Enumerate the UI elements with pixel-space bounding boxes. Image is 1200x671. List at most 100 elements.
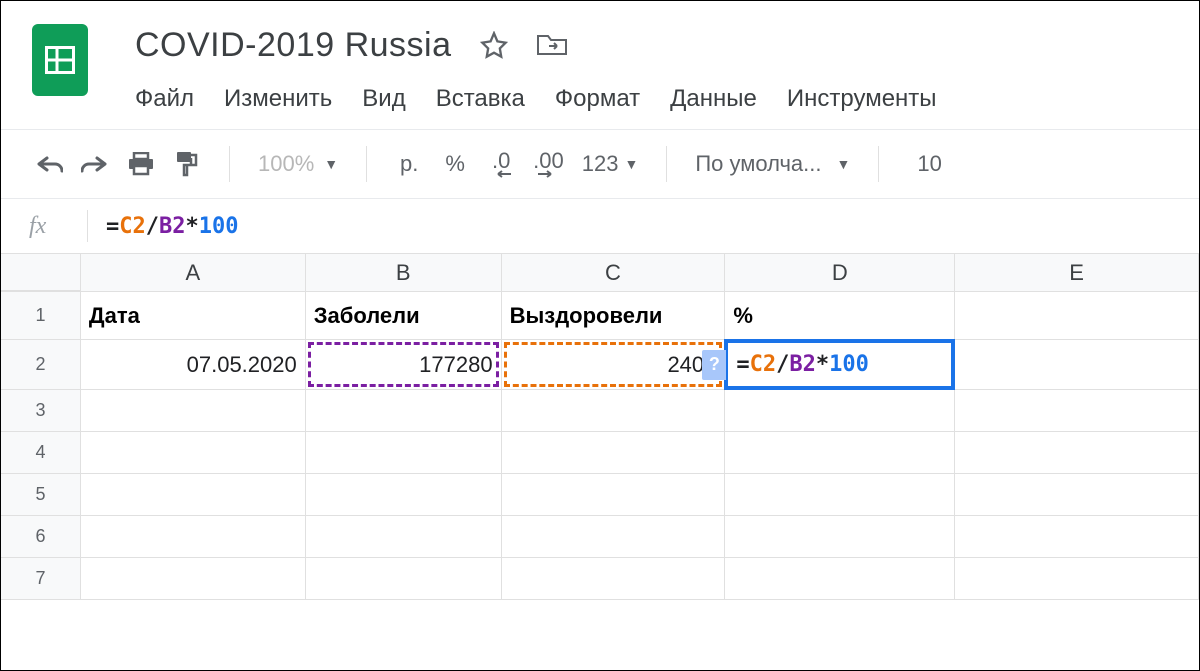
row-header-2[interactable]: 2 bbox=[1, 340, 81, 389]
edit-ref1: C2 bbox=[750, 352, 777, 377]
col-header-b[interactable]: B bbox=[306, 254, 502, 291]
increase-decimal-button[interactable]: .00 bbox=[533, 146, 564, 182]
cell-c1[interactable]: Выздоровели bbox=[502, 292, 726, 339]
select-all-corner[interactable] bbox=[1, 254, 81, 291]
cell-d1[interactable]: % bbox=[725, 292, 955, 339]
row-7: 7 bbox=[1, 558, 1199, 600]
font-family-selector[interactable]: По умолча... ▼ bbox=[685, 151, 860, 177]
row-5: 5 bbox=[1, 474, 1199, 516]
row-6: 6 bbox=[1, 516, 1199, 558]
cell-e7[interactable] bbox=[955, 558, 1199, 599]
cell-b2[interactable]: 177280 bbox=[306, 340, 502, 389]
col-header-c[interactable]: C bbox=[502, 254, 726, 291]
cell-b1[interactable]: Заболели bbox=[306, 292, 502, 339]
separator bbox=[229, 146, 230, 182]
col-header-d[interactable]: D bbox=[725, 254, 955, 291]
row-1: 1 Дата Заболели Выздоровели % bbox=[1, 292, 1199, 340]
formula-help-icon[interactable]: ? bbox=[702, 350, 726, 380]
cell-e1[interactable] bbox=[955, 292, 1199, 339]
move-to-folder-icon[interactable] bbox=[536, 32, 568, 58]
currency-button[interactable]: р. bbox=[395, 146, 423, 182]
app-logo[interactable] bbox=[25, 25, 95, 95]
row-header-1[interactable]: 1 bbox=[1, 292, 81, 339]
col-header-a[interactable]: A bbox=[81, 254, 306, 291]
cell-a4[interactable] bbox=[81, 432, 306, 473]
sheets-icon bbox=[32, 24, 88, 96]
cell-d7[interactable] bbox=[725, 558, 955, 599]
cell-e6[interactable] bbox=[955, 516, 1199, 557]
more-formats-button[interactable]: 123 ▼ bbox=[582, 146, 639, 182]
cell-a5[interactable] bbox=[81, 474, 306, 515]
zoom-selector[interactable]: 100% ▼ bbox=[248, 151, 348, 177]
row-header-6[interactable]: 6 bbox=[1, 516, 81, 557]
formula-bar: fx =C2/B2*100 bbox=[1, 199, 1199, 254]
row-header-4[interactable]: 4 bbox=[1, 432, 81, 473]
separator bbox=[366, 146, 367, 182]
menu-edit[interactable]: Изменить bbox=[224, 85, 332, 113]
fx-icon[interactable]: fx bbox=[29, 213, 69, 240]
row-4: 4 bbox=[1, 432, 1199, 474]
row-3: 3 bbox=[1, 390, 1199, 432]
edit-op1: / bbox=[776, 352, 789, 377]
edit-num: 100 bbox=[829, 352, 869, 377]
cell-c2[interactable]: 2402 bbox=[502, 340, 726, 389]
cell-c4[interactable] bbox=[502, 432, 726, 473]
cell-a2[interactable]: 07.05.2020 bbox=[81, 340, 306, 389]
cell-a1[interactable]: Дата bbox=[81, 292, 306, 339]
cell-e3[interactable] bbox=[955, 390, 1199, 431]
col-header-e[interactable]: E bbox=[955, 254, 1199, 291]
menu-insert[interactable]: Вставка bbox=[436, 85, 525, 113]
dec-more-label: .00 bbox=[533, 150, 564, 172]
formula-num: 100 bbox=[199, 214, 239, 239]
formula-ref-c2: C2 bbox=[119, 214, 146, 239]
print-icon[interactable] bbox=[127, 146, 155, 182]
cell-a7[interactable] bbox=[81, 558, 306, 599]
row-header-3[interactable]: 3 bbox=[1, 390, 81, 431]
redo-icon[interactable] bbox=[81, 146, 109, 182]
menu-format[interactable]: Формат bbox=[555, 85, 640, 113]
formula-eq: = bbox=[106, 214, 119, 239]
cell-a6[interactable] bbox=[81, 516, 306, 557]
decrease-decimal-button[interactable]: .0 bbox=[487, 146, 515, 182]
menu-file[interactable]: Файл bbox=[135, 85, 194, 113]
star-icon[interactable] bbox=[480, 31, 508, 59]
edit-op2: * bbox=[816, 352, 829, 377]
cell-c6[interactable] bbox=[502, 516, 726, 557]
cell-b5[interactable] bbox=[306, 474, 502, 515]
dec-less-label: .0 bbox=[492, 150, 510, 172]
cell-b6[interactable] bbox=[306, 516, 502, 557]
cell-d3[interactable] bbox=[725, 390, 955, 431]
cell-e4[interactable] bbox=[955, 432, 1199, 473]
undo-icon[interactable] bbox=[35, 146, 63, 182]
cell-b3[interactable] bbox=[306, 390, 502, 431]
cell-e5[interactable] bbox=[955, 474, 1199, 515]
menu-tools[interactable]: Инструменты bbox=[787, 85, 937, 113]
cell-c7[interactable] bbox=[502, 558, 726, 599]
cell-d4[interactable] bbox=[725, 432, 955, 473]
font-size-input[interactable]: 10 bbox=[917, 151, 941, 177]
cell-c3[interactable] bbox=[502, 390, 726, 431]
document-title[interactable]: COVID-2019 Russia bbox=[135, 26, 452, 65]
cell-d6[interactable] bbox=[725, 516, 955, 557]
cell-e2[interactable] bbox=[955, 340, 1199, 389]
cell-b4[interactable] bbox=[306, 432, 502, 473]
active-cell-editor[interactable]: ? =C2/B2*100 bbox=[724, 339, 955, 390]
menu-data[interactable]: Данные bbox=[670, 85, 757, 113]
column-headers: A B C D E bbox=[1, 254, 1199, 292]
cell-d2[interactable]: ? =C2/B2*100 bbox=[725, 340, 955, 389]
title-block: COVID-2019 Russia Файл Изменить Вид Вста… bbox=[135, 19, 937, 113]
menu-view[interactable]: Вид bbox=[362, 85, 405, 113]
cell-c5[interactable] bbox=[502, 474, 726, 515]
cell-d5[interactable] bbox=[725, 474, 955, 515]
menu-bar: Файл Изменить Вид Вставка Формат Данные … bbox=[135, 85, 937, 113]
font-family-label: По умолча... bbox=[695, 151, 821, 177]
row-header-7[interactable]: 7 bbox=[1, 558, 81, 599]
edit-eq: = bbox=[736, 352, 749, 377]
formula-input[interactable]: =C2/B2*100 bbox=[106, 214, 239, 239]
paint-format-icon[interactable] bbox=[173, 146, 201, 182]
row-header-5[interactable]: 5 bbox=[1, 474, 81, 515]
percent-button[interactable]: % bbox=[441, 146, 469, 182]
separator bbox=[666, 146, 667, 182]
cell-a3[interactable] bbox=[81, 390, 306, 431]
cell-b7[interactable] bbox=[306, 558, 502, 599]
